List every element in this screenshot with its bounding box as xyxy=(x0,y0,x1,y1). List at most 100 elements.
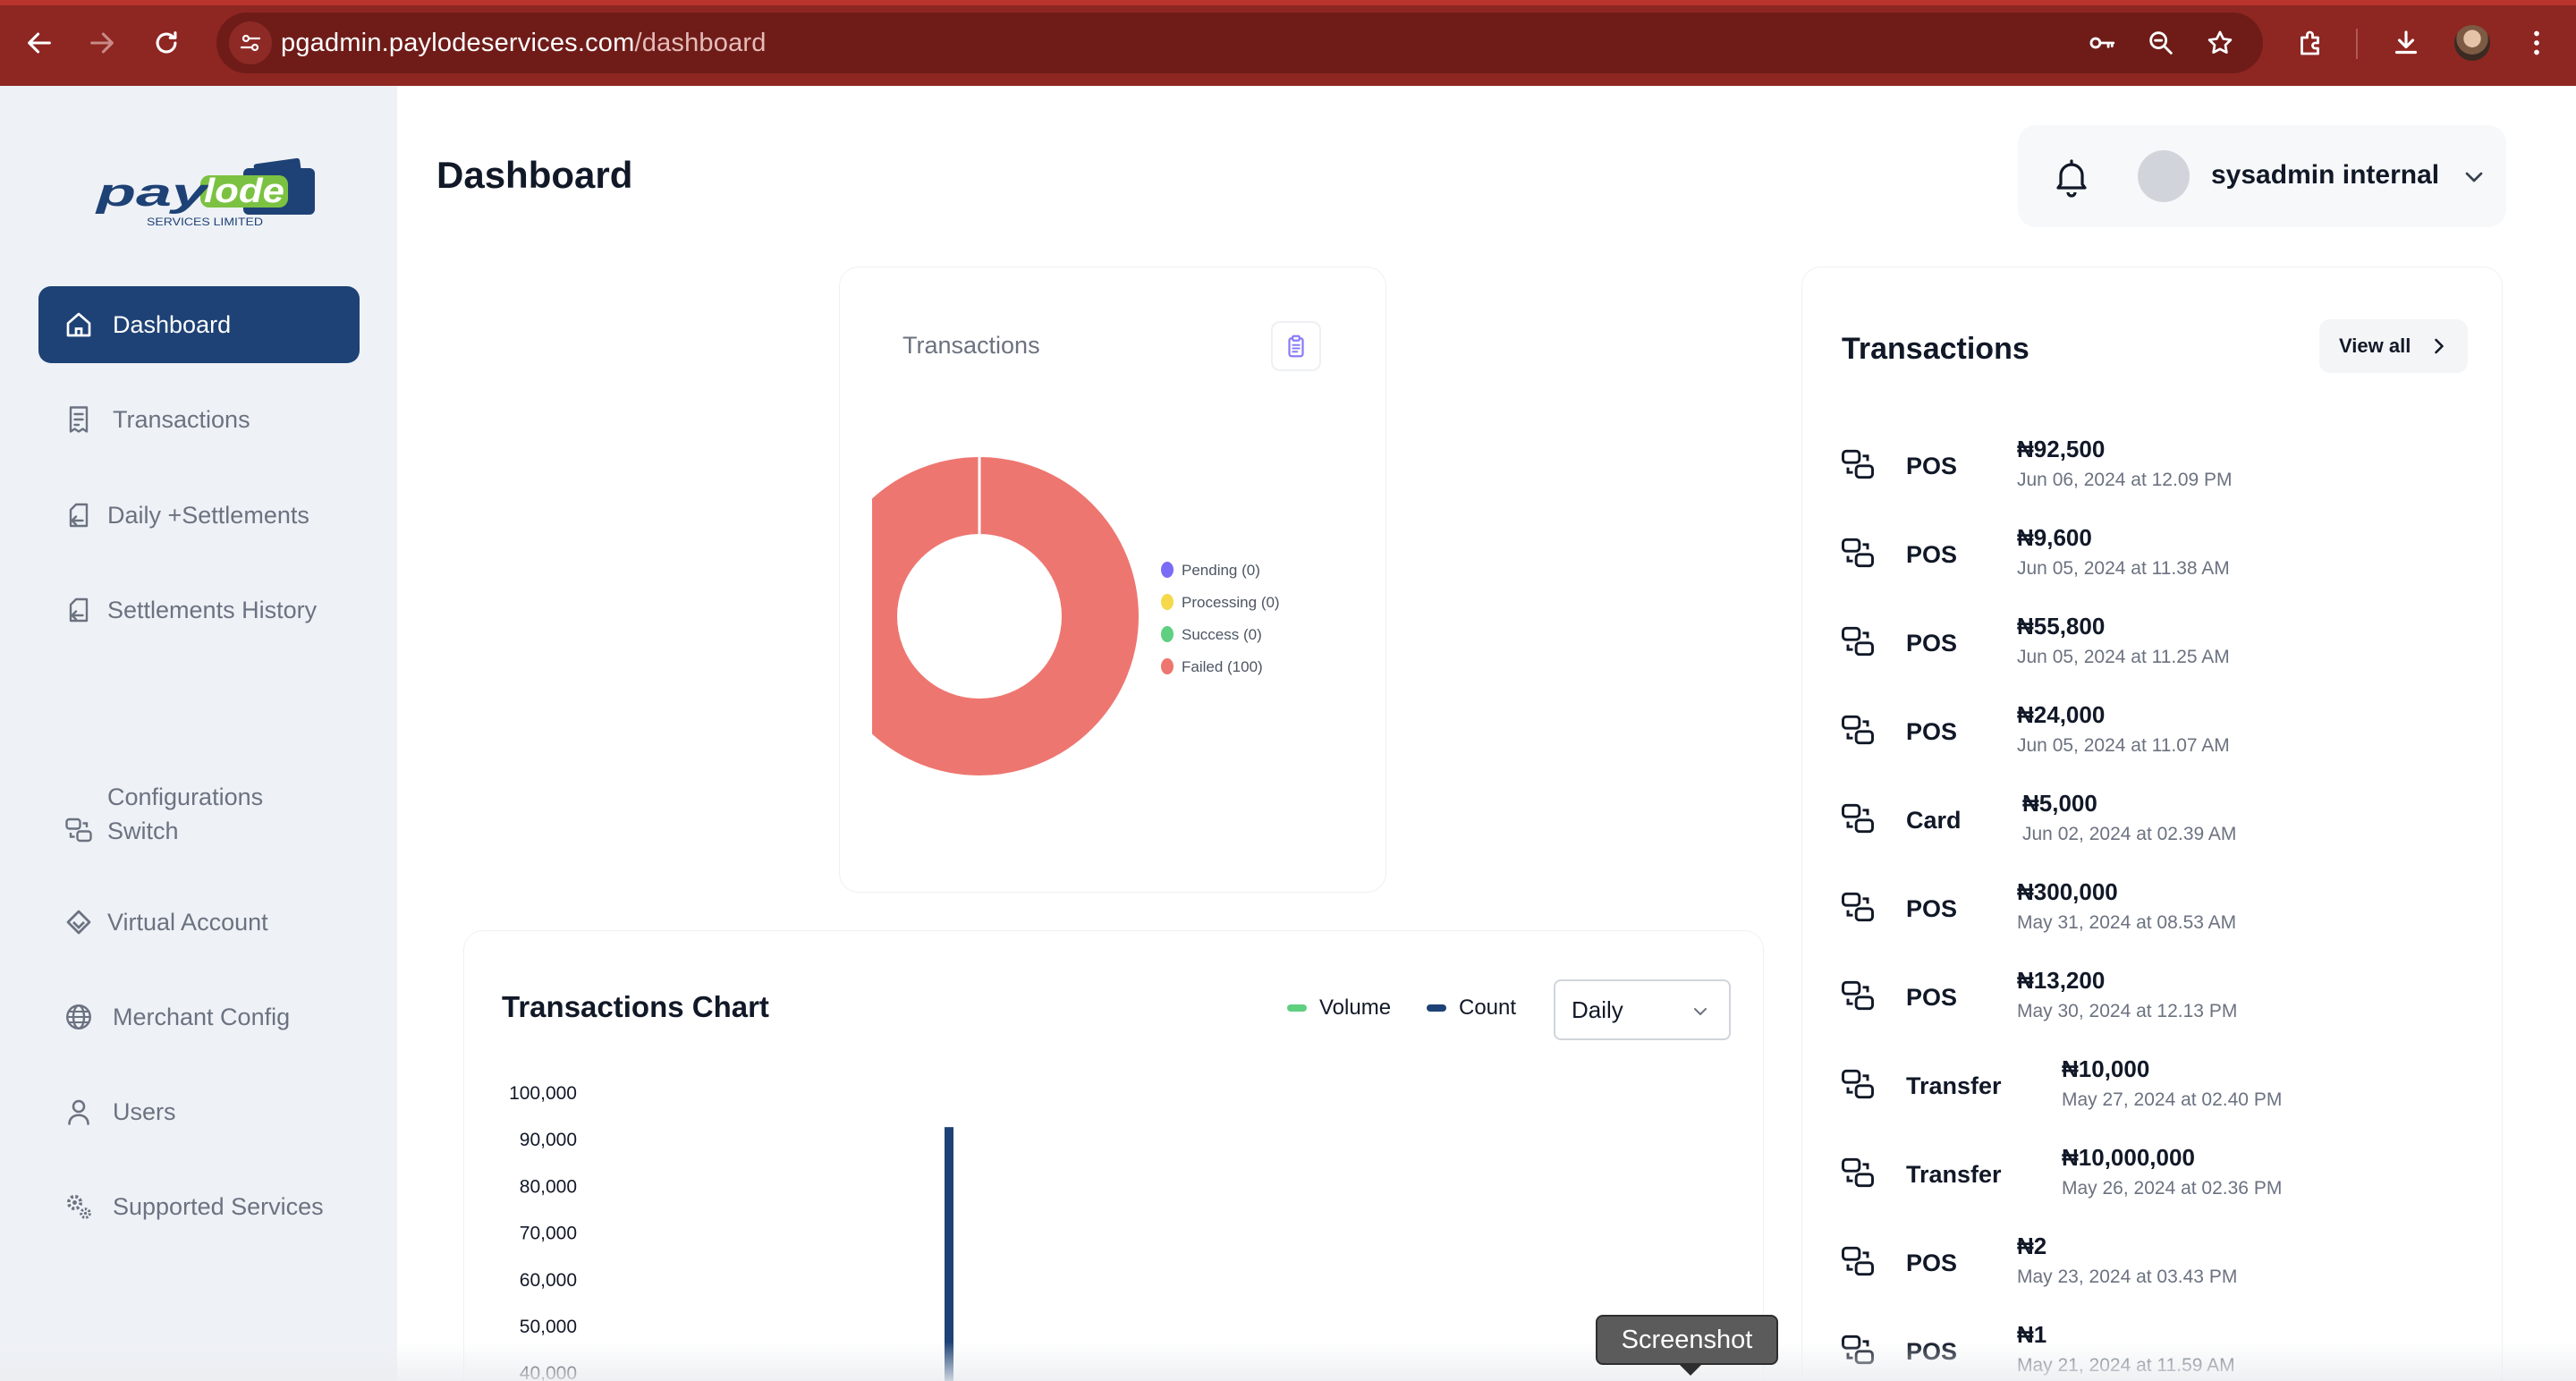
transaction-switch-icon xyxy=(1842,1334,1874,1365)
sidebar-item-label: Users xyxy=(113,1098,176,1125)
url-text[interactable]: pgadmin.paylodeservices.com/dashboard xyxy=(281,29,767,58)
url-path: /dashboard xyxy=(634,29,767,57)
sidebar-item-supported-services[interactable]: Supported Services xyxy=(38,1168,360,1245)
legend-count: Count xyxy=(1427,996,1516,1021)
transaction-type: POS xyxy=(1906,1250,1958,1276)
transaction-date: May 30, 2024 at 12.13 PM xyxy=(2017,1001,2238,1021)
sidebar-item-dashboard[interactable]: Dashboard xyxy=(38,286,360,363)
transaction-amount: ₦13,200 xyxy=(2017,967,2106,994)
user-icon xyxy=(61,1094,97,1130)
legend-dot xyxy=(1161,562,1174,578)
transaction-status-card: Transactions Pending (0) Processing (0) Su… xyxy=(839,267,1386,893)
transaction-row[interactable]: POS ₦300,000 May 31, 2024 at 08.53 AM xyxy=(1838,871,2482,952)
password-key-icon[interactable] xyxy=(2084,25,2120,61)
transaction-switch-icon xyxy=(1842,626,1874,657)
transaction-switch-icon xyxy=(1842,1246,1874,1276)
switch-icon xyxy=(61,812,97,848)
chevron-down-icon xyxy=(1694,1008,1707,1015)
donut-slice[interactable] xyxy=(872,457,1139,775)
sidebar-item-virtual-account[interactable]: Virtual Account xyxy=(38,884,360,961)
user-avatar[interactable] xyxy=(2138,150,2190,202)
transaction-amount: ₦92,500 xyxy=(2017,436,2106,462)
legend-label: Success (0) xyxy=(1182,626,1262,643)
y-tick-label: 60,000 xyxy=(520,1270,577,1291)
volume-swatch xyxy=(1287,1004,1307,1012)
transaction-row[interactable]: POS ₦1 May 21, 2024 at 11.59 AM xyxy=(1838,1314,2482,1381)
transaction-amount: ₦300,000 xyxy=(2017,878,2118,905)
transaction-amount: ₦55,800 xyxy=(2017,613,2106,640)
screenshot-tooltip: Screenshot xyxy=(1596,1315,1778,1376)
transactions-bar-chart: 100,000 90,000 80,000 70,000 60,000 50,000 40,… xyxy=(509,1083,953,1381)
sidebar-item-merchant-config[interactable]: Merchant Config xyxy=(38,979,360,1055)
view-all-button[interactable]: View all xyxy=(2319,319,2468,373)
y-tick-label: 50,000 xyxy=(520,1317,577,1337)
transaction-date: May 26, 2024 at 02.36 PM xyxy=(2062,1178,2283,1199)
transaction-type: POS xyxy=(1906,718,1958,745)
transaction-row[interactable]: POS ₦2 May 23, 2024 at 03.43 PM xyxy=(1838,1225,2482,1306)
transaction-row[interactable]: POS ₦92,500 Jun 06, 2024 at 12.09 PM xyxy=(1838,428,2482,509)
browser-toolbar: pgadmin.paylodeservices.com/dashboard xyxy=(0,0,2576,86)
transaction-type: Transfer xyxy=(1906,1161,2002,1188)
transaction-type: Card xyxy=(1906,807,1962,834)
gears-icon xyxy=(61,1189,97,1224)
browser-menu-icon[interactable] xyxy=(2515,21,2558,64)
chevron-down-icon[interactable] xyxy=(2460,163,2488,191)
transaction-row[interactable]: Transfer ₦10,000,000 May 26, 2024 at 02.36… xyxy=(1838,1137,2482,1217)
logo-subtext: SERVICES LIMITED xyxy=(147,216,263,228)
sidebar-item-daily-settlements[interactable]: Daily +Settlements xyxy=(38,477,360,554)
diamond-icon xyxy=(61,904,97,940)
count-bar[interactable] xyxy=(945,1127,953,1381)
y-tick-label: 80,000 xyxy=(520,1176,577,1197)
sidebar-item-label: Configurations Switch xyxy=(107,784,264,844)
legend-count-label: Count xyxy=(1459,996,1517,1020)
status-donut-chart: Pending (0) Processing (0) Success (0) Fail… xyxy=(872,457,1280,775)
sidebar-item-label: Merchant Config xyxy=(113,1004,291,1030)
address-bar[interactable]: pgadmin.paylodeservices.com/dashboard xyxy=(216,13,2263,73)
sidebar-item-label: Daily +Settlements xyxy=(107,502,309,529)
svg-text:lode: lode xyxy=(204,173,284,210)
extensions-puzzle-icon[interactable] xyxy=(2290,21,2333,64)
site-settings-icon[interactable] xyxy=(229,21,272,64)
bookmark-star-icon[interactable] xyxy=(2202,25,2238,61)
count-swatch xyxy=(1427,1004,1446,1012)
clipboard-icon xyxy=(1288,335,1304,358)
transactions-list-title: Transactions xyxy=(1842,332,2029,366)
sidebar-item-transactions[interactable]: Transactions xyxy=(38,381,360,458)
transaction-amount: ₦10,000 xyxy=(2062,1055,2150,1082)
forward-arrow-icon[interactable] xyxy=(79,20,125,66)
paylode-logo[interactable]: pay lode SERVICES LIMITED xyxy=(93,156,322,231)
sidebar-item-users[interactable]: Users xyxy=(38,1073,360,1150)
reload-icon[interactable] xyxy=(143,20,190,66)
transaction-switch-icon xyxy=(1842,892,1874,922)
transaction-row[interactable]: Transfer ₦10,000 May 27, 2024 at 02.40 PM xyxy=(1838,1048,2482,1129)
transaction-row[interactable]: POS ₦9,600 Jun 05, 2024 at 11.38 AM xyxy=(1838,517,2482,597)
transaction-row[interactable]: POS ₦55,800 Jun 05, 2024 at 11.25 AM xyxy=(1838,606,2482,686)
svg-text:pay: pay xyxy=(95,171,211,215)
transaction-switch-icon xyxy=(1842,538,1874,568)
user-name[interactable]: sysadmin internal xyxy=(2211,160,2439,191)
transaction-row[interactable]: Card ₦5,000 Jun 02, 2024 at 02.39 AM xyxy=(1838,783,2482,863)
download-icon[interactable] xyxy=(2385,21,2428,64)
notification-bell-icon[interactable] xyxy=(2050,156,2093,199)
clipboard-button[interactable] xyxy=(1271,321,1321,371)
history-icon xyxy=(61,592,97,628)
transaction-type: POS xyxy=(1906,630,1958,657)
period-select[interactable]: Daily xyxy=(1554,979,1731,1040)
transaction-amount: ₦9,600 xyxy=(2017,524,2092,551)
sidebar-item-settlements-history[interactable]: Settlements History xyxy=(38,572,360,648)
back-arrow-icon[interactable] xyxy=(16,20,63,66)
url-domain: pgadmin.paylodeservices.com xyxy=(281,29,635,57)
transaction-switch-icon xyxy=(1842,803,1874,834)
zoom-icon[interactable] xyxy=(2143,25,2179,61)
transaction-date: Jun 05, 2024 at 11.38 AM xyxy=(2017,558,2230,579)
transaction-date: May 31, 2024 at 08.53 AM xyxy=(2017,912,2237,933)
tooltip-arrow xyxy=(1680,1365,1701,1376)
tooltip-text: Screenshot xyxy=(1621,1325,1753,1354)
sidebar-item-configurations-switch[interactable]: Configurations Switch xyxy=(38,769,360,859)
transaction-switch-icon xyxy=(1842,1157,1874,1188)
browser-profile-avatar[interactable] xyxy=(2454,25,2490,61)
home-icon xyxy=(61,307,97,343)
transaction-row[interactable]: POS ₦24,000 Jun 05, 2024 at 11.07 AM xyxy=(1838,694,2482,775)
transaction-row[interactable]: POS ₦13,200 May 30, 2024 at 12.13 PM xyxy=(1838,960,2482,1040)
transaction-switch-icon xyxy=(1842,715,1874,745)
